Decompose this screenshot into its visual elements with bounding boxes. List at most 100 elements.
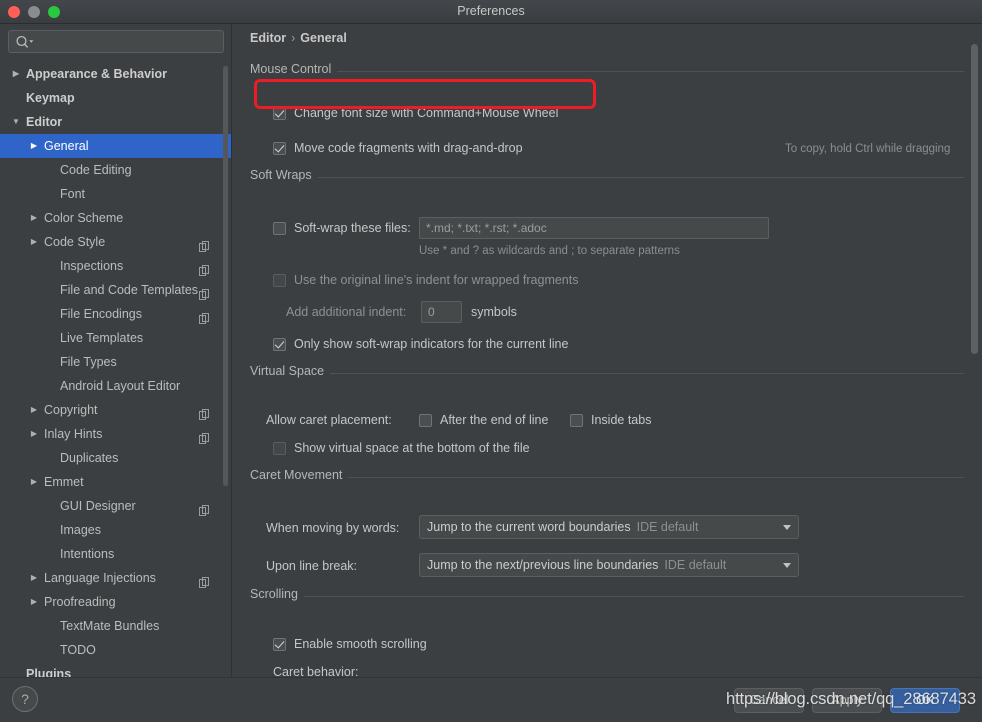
copy-settings-icon[interactable] [199,572,210,583]
section-divider-line [250,71,964,72]
sidebar-item-label: Emmet [44,470,84,494]
sidebar-item-label: Font [60,182,85,206]
copy-settings-icon[interactable] [199,260,210,271]
dropdown-upon-line-break[interactable]: Jump to the next/previous line boundarie… [419,553,799,577]
search-icon [15,35,35,49]
checkbox-after-end-of-line[interactable] [419,414,432,427]
sidebar-item-label: Keymap [26,86,75,110]
sidebar-item-label: Language Injections [44,566,156,590]
copy-settings-icon[interactable] [199,428,210,439]
checkbox-row-move-code-fragments[interactable]: Move code fragments with drag-and-drop [273,141,523,156]
checkbox-row-change-font-size[interactable]: Change font size with Command+Mouse Whee… [273,106,558,121]
sidebar-item-file-and-code-templates[interactable]: File and Code Templates [0,278,232,302]
sidebar-item-label: File Encodings [60,302,142,326]
sidebar-item-file-encodings[interactable]: File Encodings [0,302,232,326]
chevron-right-icon[interactable]: ▶ [28,590,40,614]
breadcrumb-leaf: General [300,31,347,45]
sidebar-scrollbar-thumb[interactable] [223,66,228,486]
checkbox-smooth-scrolling[interactable] [273,638,286,651]
sidebar-item-intentions[interactable]: Intentions [0,542,232,566]
label-smooth-scrolling: Enable smooth scrolling [286,637,427,651]
chevron-right-icon[interactable]: ▶ [28,134,40,158]
checkbox-row-inside-tabs[interactable]: Inside tabs [570,413,651,428]
sidebar-item-code-style[interactable]: ▶Code Style [0,230,232,254]
checkbox-row-only-show-indicators[interactable]: Only show soft-wrap indicators for the c… [273,337,568,352]
chevron-right-icon[interactable]: ▶ [28,566,40,590]
sidebar-item-font[interactable]: Font [0,182,232,206]
dropdown-suffix-when-moving: IDE default [631,520,699,534]
chevron-right-icon[interactable]: ▶ [28,422,40,446]
checkbox-move-code-fragments[interactable] [273,142,286,155]
sidebar-item-plugins[interactable]: Plugins [0,662,232,677]
sidebar-item-language-injections[interactable]: ▶Language Injections [0,566,232,590]
label-allow-caret-placement: Allow caret placement: [266,413,392,427]
checkbox-row-after-end-of-line[interactable]: After the end of line [419,413,548,428]
settings-tree[interactable]: ▶Appearance & BehaviorKeymap▼Editor▶Gene… [0,62,232,677]
sidebar-item-copyright[interactable]: ▶Copyright [0,398,232,422]
sidebar-item-proofreading[interactable]: ▶Proofreading [0,590,232,614]
checkbox-only-show-indicators[interactable] [273,338,286,351]
chevron-right-icon[interactable]: ▶ [28,206,40,230]
sidebar-item-appearance-behavior[interactable]: ▶Appearance & Behavior [0,62,232,86]
sidebar-item-emmet[interactable]: ▶Emmet [0,470,232,494]
section-title-caret-movement: Caret Movement [250,468,348,482]
section-divider-line [250,177,964,178]
breadcrumb-root[interactable]: Editor [250,31,286,45]
sidebar-item-label: Color Scheme [44,206,123,230]
section-divider-line [250,596,964,597]
sidebar-search-box[interactable] [8,30,224,53]
checkbox-row-soft-wrap-files[interactable]: Soft-wrap these files: [273,221,411,236]
checkbox-row-smooth-scrolling[interactable]: Enable smooth scrolling [273,637,427,652]
checkbox-row-show-virtual-space[interactable]: Show virtual space at the bottom of the … [273,441,530,456]
sidebar-item-label: TODO [60,638,96,662]
sidebar-item-label: Android Layout Editor [60,374,180,398]
chevron-right-icon[interactable]: ▶ [28,230,40,254]
input-additional-indent[interactable]: 0 [421,301,462,323]
checkbox-change-font-size[interactable] [273,107,286,120]
checkbox-row-original-indent[interactable]: Use the original line's indent for wrapp… [273,273,579,288]
sidebar-item-label: Copyright [44,398,98,422]
sidebar-item-file-types[interactable]: File Types [0,350,232,374]
sidebar-item-color-scheme[interactable]: ▶Color Scheme [0,206,232,230]
checkbox-soft-wrap-files[interactable] [273,222,286,235]
sidebar-item-gui-designer[interactable]: GUI Designer [0,494,232,518]
copy-settings-icon[interactable] [199,284,210,295]
search-input[interactable] [37,31,223,54]
dropdown-suffix-upon-line-break: IDE default [658,558,726,572]
dropdown-value-upon-line-break: Jump to the next/previous line boundarie… [427,558,658,572]
preferences-window: Preferences ▶Appearance & BehaviorKeymap… [0,0,982,722]
chevron-right-icon[interactable]: ▶ [10,62,22,86]
sidebar-item-inspections[interactable]: Inspections [0,254,232,278]
sidebar-item-images[interactable]: Images [0,518,232,542]
sidebar-item-inlay-hints[interactable]: ▶Inlay Hints [0,422,232,446]
label-add-additional-indent: Add additional indent: [286,305,406,319]
section-divider-line [250,373,964,374]
sidebar-item-label: Plugins [26,662,71,677]
content-scrollbar[interactable] [968,26,979,675]
input-soft-wrap-file-masks[interactable]: *.md; *.txt; *.rst; *.adoc [419,217,769,239]
copy-settings-icon[interactable] [199,500,210,511]
sidebar-item-code-editing[interactable]: Code Editing [0,158,232,182]
sidebar-item-todo[interactable]: TODO [0,638,232,662]
copy-settings-icon[interactable] [199,236,210,247]
copy-settings-icon[interactable] [199,404,210,415]
hint-move-code-fragments: To copy, hold Ctrl while dragging [785,143,950,155]
sidebar-item-textmate-bundles[interactable]: TextMate Bundles [0,614,232,638]
sidebar-item-live-templates[interactable]: Live Templates [0,326,232,350]
dropdown-when-moving-by-words[interactable]: Jump to the current word boundariesIDE d… [419,515,799,539]
sidebar-item-duplicates[interactable]: Duplicates [0,446,232,470]
label-original-indent: Use the original line's indent for wrapp… [286,273,579,287]
sidebar-item-editor[interactable]: ▼Editor [0,110,232,134]
checkbox-original-indent[interactable] [273,274,286,287]
sidebar-item-android-layout-editor[interactable]: Android Layout Editor [0,374,232,398]
checkbox-inside-tabs[interactable] [570,414,583,427]
sidebar-item-keymap[interactable]: Keymap [0,86,232,110]
help-button[interactable]: ? [12,686,38,712]
sidebar-item-general[interactable]: ▶General [0,134,232,158]
content-scrollbar-thumb[interactable] [971,44,978,354]
chevron-right-icon[interactable]: ▶ [28,470,40,494]
chevron-down-icon[interactable]: ▼ [10,110,22,134]
chevron-right-icon[interactable]: ▶ [28,398,40,422]
checkbox-show-virtual-space[interactable] [273,442,286,455]
copy-settings-icon[interactable] [199,308,210,319]
